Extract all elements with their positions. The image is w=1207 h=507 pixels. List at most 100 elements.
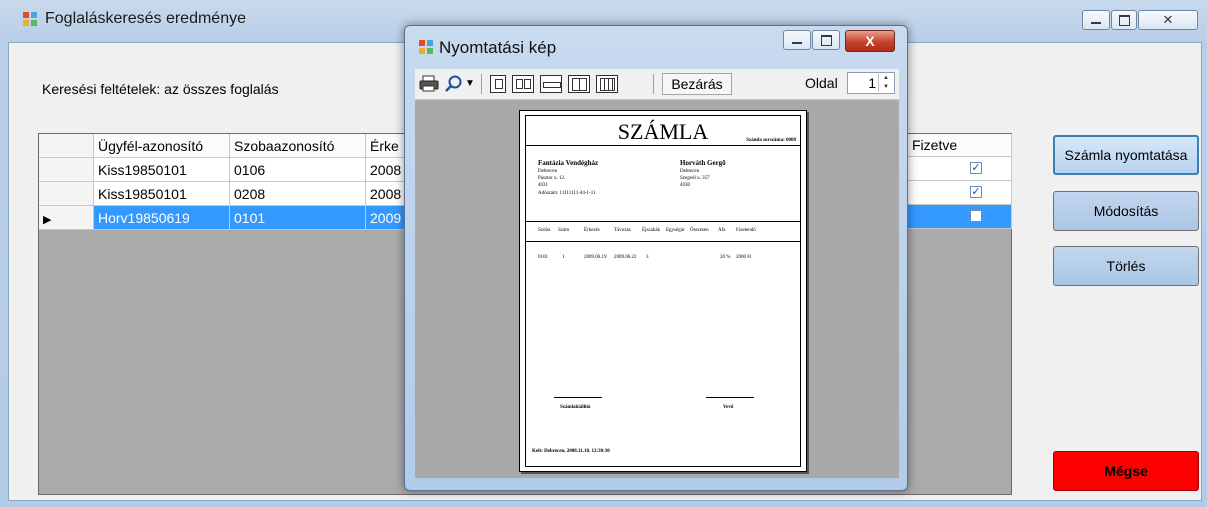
cell-room[interactable]: 0101 [230, 206, 366, 230]
table-header-rule [526, 241, 800, 242]
table-cell: 2009.06.22 [614, 255, 637, 260]
grid-empty-area [906, 229, 1012, 495]
spin-arrows-icon[interactable]: ▲ ▼ [878, 74, 893, 92]
table-header-cell: Szoba [538, 228, 551, 233]
header-rule [526, 145, 800, 146]
toolbar-separator [653, 74, 654, 94]
preview-close-button[interactable]: X [845, 30, 895, 52]
app-icon [23, 12, 37, 26]
table-cell: 20 % [720, 255, 731, 260]
cell-customer[interactable]: Kiss19850101 [94, 158, 230, 182]
signature-line-left [554, 397, 602, 398]
column-header-label: Érke [370, 138, 399, 154]
app-icon [419, 40, 433, 54]
paid-checkbox[interactable]: ✓ [970, 162, 982, 174]
preview-title: Nyomtatási kép [439, 38, 557, 57]
current-row-indicator-icon: ▶ [43, 214, 52, 226]
page-grid-glyph [600, 78, 615, 91]
paid-header-cell[interactable]: Fizetve [906, 134, 1012, 157]
print-icon[interactable] [419, 75, 439, 93]
close-button[interactable]: ✕ [1138, 10, 1198, 30]
preview-canvas[interactable]: SZÁMLA Számla sorszáma: 0008 Fantázia Ve… [415, 100, 899, 478]
table-top-rule [526, 221, 800, 222]
search-criteria-label: Keresési feltételek: az összes foglalás [42, 81, 279, 97]
page-glyph [495, 79, 503, 89]
one-page-icon[interactable] [490, 75, 506, 93]
row-header[interactable] [39, 158, 94, 182]
table-header-cell: Összesen [690, 228, 709, 233]
cancel-button[interactable]: Mégse [1053, 451, 1199, 491]
table-cell: 1 [562, 255, 565, 260]
buyer-line: Szegedi u. 357 [680, 176, 710, 181]
minimize-icon [1091, 22, 1101, 24]
table-cell: 0101 [538, 255, 548, 260]
cell-customer[interactable]: Kiss19850101 [94, 182, 230, 206]
toolbar-separator [481, 74, 482, 94]
cell-customer[interactable]: Horv19850619 [94, 206, 230, 230]
table-header-cell: Éjszakák [642, 228, 661, 233]
invoice-footer: Kelt: Debrecen, 2008.11.18. 12:30:30 [532, 449, 610, 454]
preview-minimize-button[interactable] [783, 30, 811, 50]
paid-checkbox[interactable]: ✓ [970, 186, 982, 198]
paid-cell[interactable]: ✓ [906, 157, 1012, 181]
paid-cell-selected[interactable] [906, 205, 1012, 229]
page-frame [525, 115, 801, 467]
column-header-label: Ügyfél-azonosító [98, 138, 204, 154]
seller-line: 4031 [538, 183, 548, 188]
close-icon: ✕ [1162, 12, 1174, 27]
two-pages-icon[interactable] [512, 75, 534, 93]
preview-toolbar: ▼ Bezárás Oldal 1 ▲ ▼ [415, 69, 899, 100]
column-header-customer[interactable]: Ügyfél-azonosító [94, 134, 230, 158]
seller-line: Adószám: 11111111-44-1-11 [538, 191, 596, 196]
signature-label-left: Számlakiállító [560, 405, 591, 410]
page-grid-glyph [572, 78, 587, 91]
table-header-cell: Szám [558, 228, 570, 233]
invoice-number: Számla sorszáma: 0008 [746, 138, 796, 143]
signature-line-right [706, 397, 754, 398]
page-glyph [516, 79, 523, 89]
column-header-room[interactable]: Szobaazonosító [230, 134, 366, 158]
row-header[interactable]: ▶ [39, 206, 94, 230]
invoice-page: SZÁMLA Számla sorszáma: 0008 Fantázia Ve… [519, 110, 807, 472]
modify-button[interactable]: Módosítás [1053, 191, 1199, 231]
maximize-icon [820, 34, 832, 46]
signature-label-right: Vevő [723, 405, 734, 410]
maximize-icon [1118, 14, 1130, 26]
preview-maximize-button[interactable] [812, 30, 840, 50]
table-cell: 2000 Ft [736, 255, 752, 260]
minimize-icon [792, 42, 802, 44]
close-preview-button[interactable]: Bezárás [662, 73, 732, 95]
seller-name: Fantázia Vendégház [538, 159, 599, 167]
page-row-glyph [543, 82, 561, 88]
table-header-cell: Fizetendő [736, 228, 756, 233]
table-cell: 2009.06.19 [584, 255, 607, 260]
row-header-corner [39, 134, 94, 158]
seller-line: Debrecen [538, 169, 558, 174]
cell-room[interactable]: 0106 [230, 158, 366, 182]
six-pages-icon[interactable] [596, 75, 618, 93]
zoom-icon[interactable] [445, 75, 463, 93]
column-header-paid-label: Fizetve [912, 137, 958, 153]
table-cell: 3 [646, 255, 649, 260]
delete-button[interactable]: Törlés [1053, 246, 1199, 286]
page-number-stepper[interactable]: 1 ▲ ▼ [847, 72, 895, 94]
table-header-cell: Áfa [718, 228, 726, 233]
page-number-value: 1 [868, 75, 876, 91]
row-header[interactable] [39, 182, 94, 206]
close-icon: X [865, 33, 875, 49]
paid-cell[interactable]: ✓ [906, 181, 1012, 205]
print-invoice-button[interactable]: Számla nyomtatása [1053, 135, 1199, 175]
four-pages-icon[interactable] [568, 75, 590, 93]
cell-room[interactable]: 0208 [230, 182, 366, 206]
maximize-button[interactable] [1111, 10, 1137, 30]
chevron-down-icon[interactable]: ▼ [465, 75, 475, 93]
table-header-cell: Egységár [666, 228, 685, 233]
page-glyph [524, 79, 531, 89]
grid-top-border [906, 133, 1012, 134]
buyer-name: Horváth Gergő [680, 159, 726, 167]
three-pages-icon[interactable] [540, 75, 562, 93]
column-header-label: Szobaazonosító [234, 138, 335, 154]
page-label: Oldal [805, 75, 838, 91]
paid-checkbox[interactable] [970, 210, 982, 222]
minimize-button[interactable] [1082, 10, 1110, 30]
